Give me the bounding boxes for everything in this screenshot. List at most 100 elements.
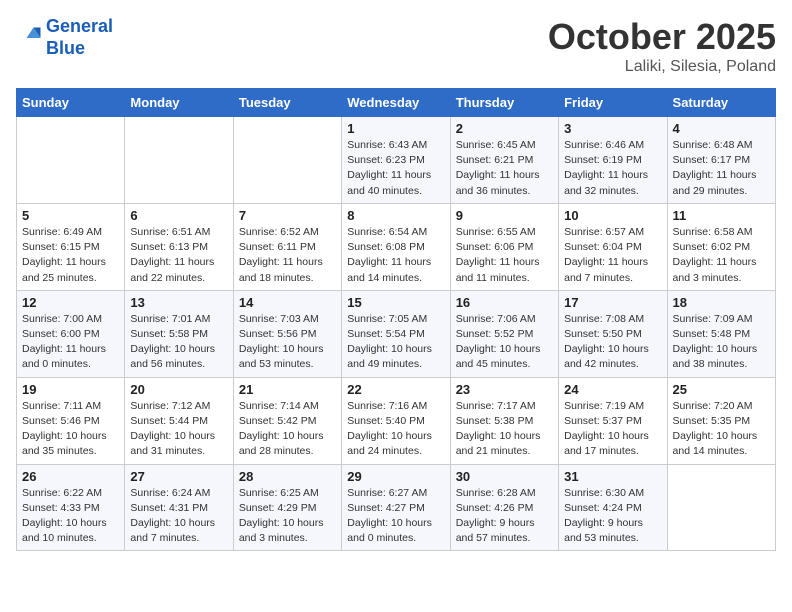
day-info: Sunrise: 7:19 AMSunset: 5:37 PMDaylight:… — [564, 399, 661, 460]
weekday-header-row: SundayMondayTuesdayWednesdayThursdayFrid… — [17, 89, 776, 117]
logo-line1: General — [46, 16, 113, 36]
day-info: Sunrise: 6:24 AMSunset: 4:31 PMDaylight:… — [130, 486, 227, 547]
day-info: Sunrise: 6:52 AMSunset: 6:11 PMDaylight:… — [239, 225, 336, 286]
day-info: Sunrise: 6:58 AMSunset: 6:02 PMDaylight:… — [673, 225, 770, 286]
weekday-header: Sunday — [17, 89, 125, 117]
calendar-cell: 28 Sunrise: 6:25 AMSunset: 4:29 PMDayligh… — [233, 464, 341, 551]
day-info: Sunrise: 6:57 AMSunset: 6:04 PMDaylight:… — [564, 225, 661, 286]
day-number: 17 — [564, 295, 661, 310]
calendar-cell: 2 Sunrise: 6:45 AMSunset: 6:21 PMDaylight… — [450, 117, 558, 204]
calendar-cell: 23Sunrise: 7:17 AMSunset: 5:38 PMDayligh… — [450, 377, 558, 464]
calendar-cell: 21 Sunrise: 7:14 AMSunset: 5:42 PMDayligh… — [233, 377, 341, 464]
day-number: 24 — [564, 382, 661, 397]
day-number: 27 — [130, 469, 227, 484]
day-info: Sunrise: 7:06 AMSunset: 5:52 PMDaylight:… — [456, 312, 553, 373]
day-info: Sunrise: 6:55 AMSunset: 6:06 PMDaylight:… — [456, 225, 553, 286]
day-number: 6 — [130, 208, 227, 223]
calendar-cell: 31Sunrise: 6:30 AMSunset: 4:24 PMDayligh… — [559, 464, 667, 551]
calendar-cell: 30Sunrise: 6:28 AMSunset: 4:26 PMDayligh… — [450, 464, 558, 551]
weekday-header: Thursday — [450, 89, 558, 117]
calendar-cell: 10 Sunrise: 6:57 AMSunset: 6:04 PMDayligh… — [559, 203, 667, 290]
day-number: 20 — [130, 382, 227, 397]
location: Laliki, Silesia, Poland — [548, 58, 776, 76]
day-info: Sunrise: 7:20 AMSunset: 5:35 PMDaylight:… — [673, 399, 770, 460]
day-number: 21 — [239, 382, 336, 397]
calendar-week-row: 19 Sunrise: 7:11 AMSunset: 5:46 PMDayligh… — [17, 377, 776, 464]
calendar-cell: 4 Sunrise: 6:48 AMSunset: 6:17 PMDaylight… — [667, 117, 775, 204]
calendar-cell: 9 Sunrise: 6:55 AMSunset: 6:06 PMDaylight… — [450, 203, 558, 290]
calendar-cell: 16Sunrise: 7:06 AMSunset: 5:52 PMDayligh… — [450, 290, 558, 377]
day-info: Sunrise: 7:01 AMSunset: 5:58 PMDaylight:… — [130, 312, 227, 373]
day-number: 10 — [564, 208, 661, 223]
day-number: 18 — [673, 295, 770, 310]
weekday-header: Saturday — [667, 89, 775, 117]
day-info: Sunrise: 6:27 AMSunset: 4:27 PMDaylight:… — [347, 486, 444, 547]
calendar-cell: 7Sunrise: 6:52 AMSunset: 6:11 PMDaylight… — [233, 203, 341, 290]
weekday-header: Friday — [559, 89, 667, 117]
calendar-cell: 5 Sunrise: 6:49 AMSunset: 6:15 PMDaylight… — [17, 203, 125, 290]
day-info: Sunrise: 6:48 AMSunset: 6:17 PMDaylight:… — [673, 138, 770, 199]
title-block: October 2025 Laliki, Silesia, Poland — [548, 16, 776, 76]
day-number: 26 — [22, 469, 119, 484]
calendar-cell: 15 Sunrise: 7:05 AMSunset: 5:54 PMDayligh… — [342, 290, 450, 377]
calendar-cell: 27 Sunrise: 6:24 AMSunset: 4:31 PMDayligh… — [125, 464, 233, 551]
calendar-cell — [233, 117, 341, 204]
calendar-cell — [125, 117, 233, 204]
day-info: Sunrise: 6:22 AMSunset: 4:33 PMDaylight:… — [22, 486, 119, 547]
day-number: 4 — [673, 121, 770, 136]
calendar-week-row: 12 Sunrise: 7:00 AMSunset: 6:00 PMDayligh… — [17, 290, 776, 377]
calendar-cell: 29 Sunrise: 6:27 AMSunset: 4:27 PMDayligh… — [342, 464, 450, 551]
calendar-week-row: 1Sunrise: 6:43 AMSunset: 6:23 PMDaylight… — [17, 117, 776, 204]
day-info: Sunrise: 7:05 AMSunset: 5:54 PMDaylight:… — [347, 312, 444, 373]
day-number: 3 — [564, 121, 661, 136]
calendar-cell: 12 Sunrise: 7:00 AMSunset: 6:00 PMDayligh… — [17, 290, 125, 377]
calendar-cell: 6 Sunrise: 6:51 AMSunset: 6:13 PMDaylight… — [125, 203, 233, 290]
calendar-cell: 22 Sunrise: 7:16 AMSunset: 5:40 PMDayligh… — [342, 377, 450, 464]
day-info: Sunrise: 7:11 AMSunset: 5:46 PMDaylight:… — [22, 399, 119, 460]
day-info: Sunrise: 6:49 AMSunset: 6:15 PMDaylight:… — [22, 225, 119, 286]
day-number: 25 — [673, 382, 770, 397]
day-number: 23 — [456, 382, 553, 397]
weekday-header: Tuesday — [233, 89, 341, 117]
day-number: 5 — [22, 208, 119, 223]
calendar-cell — [17, 117, 125, 204]
day-number: 28 — [239, 469, 336, 484]
page-header: General Blue October 2025 Laliki, Silesi… — [16, 16, 776, 76]
calendar-cell: 14 Sunrise: 7:03 AMSunset: 5:56 PMDayligh… — [233, 290, 341, 377]
day-number: 9 — [456, 208, 553, 223]
logo-line2: Blue — [46, 38, 85, 58]
day-number: 2 — [456, 121, 553, 136]
calendar-cell: 25 Sunrise: 7:20 AMSunset: 5:35 PMDayligh… — [667, 377, 775, 464]
day-info: Sunrise: 7:00 AMSunset: 6:00 PMDaylight:… — [22, 312, 119, 373]
weekday-header: Monday — [125, 89, 233, 117]
day-number: 12 — [22, 295, 119, 310]
calendar-cell: 18Sunrise: 7:09 AMSunset: 5:48 PMDayligh… — [667, 290, 775, 377]
day-info: Sunrise: 7:08 AMSunset: 5:50 PMDaylight:… — [564, 312, 661, 373]
calendar-week-row: 26 Sunrise: 6:22 AMSunset: 4:33 PMDayligh… — [17, 464, 776, 551]
day-number: 19 — [22, 382, 119, 397]
day-number: 11 — [673, 208, 770, 223]
day-number: 1 — [347, 121, 444, 136]
calendar-cell — [667, 464, 775, 551]
calendar-cell: 1Sunrise: 6:43 AMSunset: 6:23 PMDaylight… — [342, 117, 450, 204]
calendar-cell: 3Sunrise: 6:46 AMSunset: 6:19 PMDaylight… — [559, 117, 667, 204]
day-info: Sunrise: 6:28 AMSunset: 4:26 PMDaylight:… — [456, 486, 553, 547]
calendar-cell: 8Sunrise: 6:54 AMSunset: 6:08 PMDaylight… — [342, 203, 450, 290]
day-info: Sunrise: 6:25 AMSunset: 4:29 PMDaylight:… — [239, 486, 336, 547]
calendar-cell: 19 Sunrise: 7:11 AMSunset: 5:46 PMDayligh… — [17, 377, 125, 464]
day-info: Sunrise: 6:54 AMSunset: 6:08 PMDaylight:… — [347, 225, 444, 286]
calendar-cell: 11 Sunrise: 6:58 AMSunset: 6:02 PMDayligh… — [667, 203, 775, 290]
day-info: Sunrise: 6:45 AMSunset: 6:21 PMDaylight:… — [456, 138, 553, 199]
calendar-cell: 26 Sunrise: 6:22 AMSunset: 4:33 PMDayligh… — [17, 464, 125, 551]
day-info: Sunrise: 7:16 AMSunset: 5:40 PMDaylight:… — [347, 399, 444, 460]
day-number: 29 — [347, 469, 444, 484]
day-info: Sunrise: 7:03 AMSunset: 5:56 PMDaylight:… — [239, 312, 336, 373]
calendar-cell: 24 Sunrise: 7:19 AMSunset: 5:37 PMDayligh… — [559, 377, 667, 464]
calendar-week-row: 5 Sunrise: 6:49 AMSunset: 6:15 PMDaylight… — [17, 203, 776, 290]
day-number: 14 — [239, 295, 336, 310]
day-info: Sunrise: 6:51 AMSunset: 6:13 PMDaylight:… — [130, 225, 227, 286]
day-number: 15 — [347, 295, 444, 310]
day-number: 13 — [130, 295, 227, 310]
day-number: 22 — [347, 382, 444, 397]
day-info: Sunrise: 7:14 AMSunset: 5:42 PMDaylight:… — [239, 399, 336, 460]
